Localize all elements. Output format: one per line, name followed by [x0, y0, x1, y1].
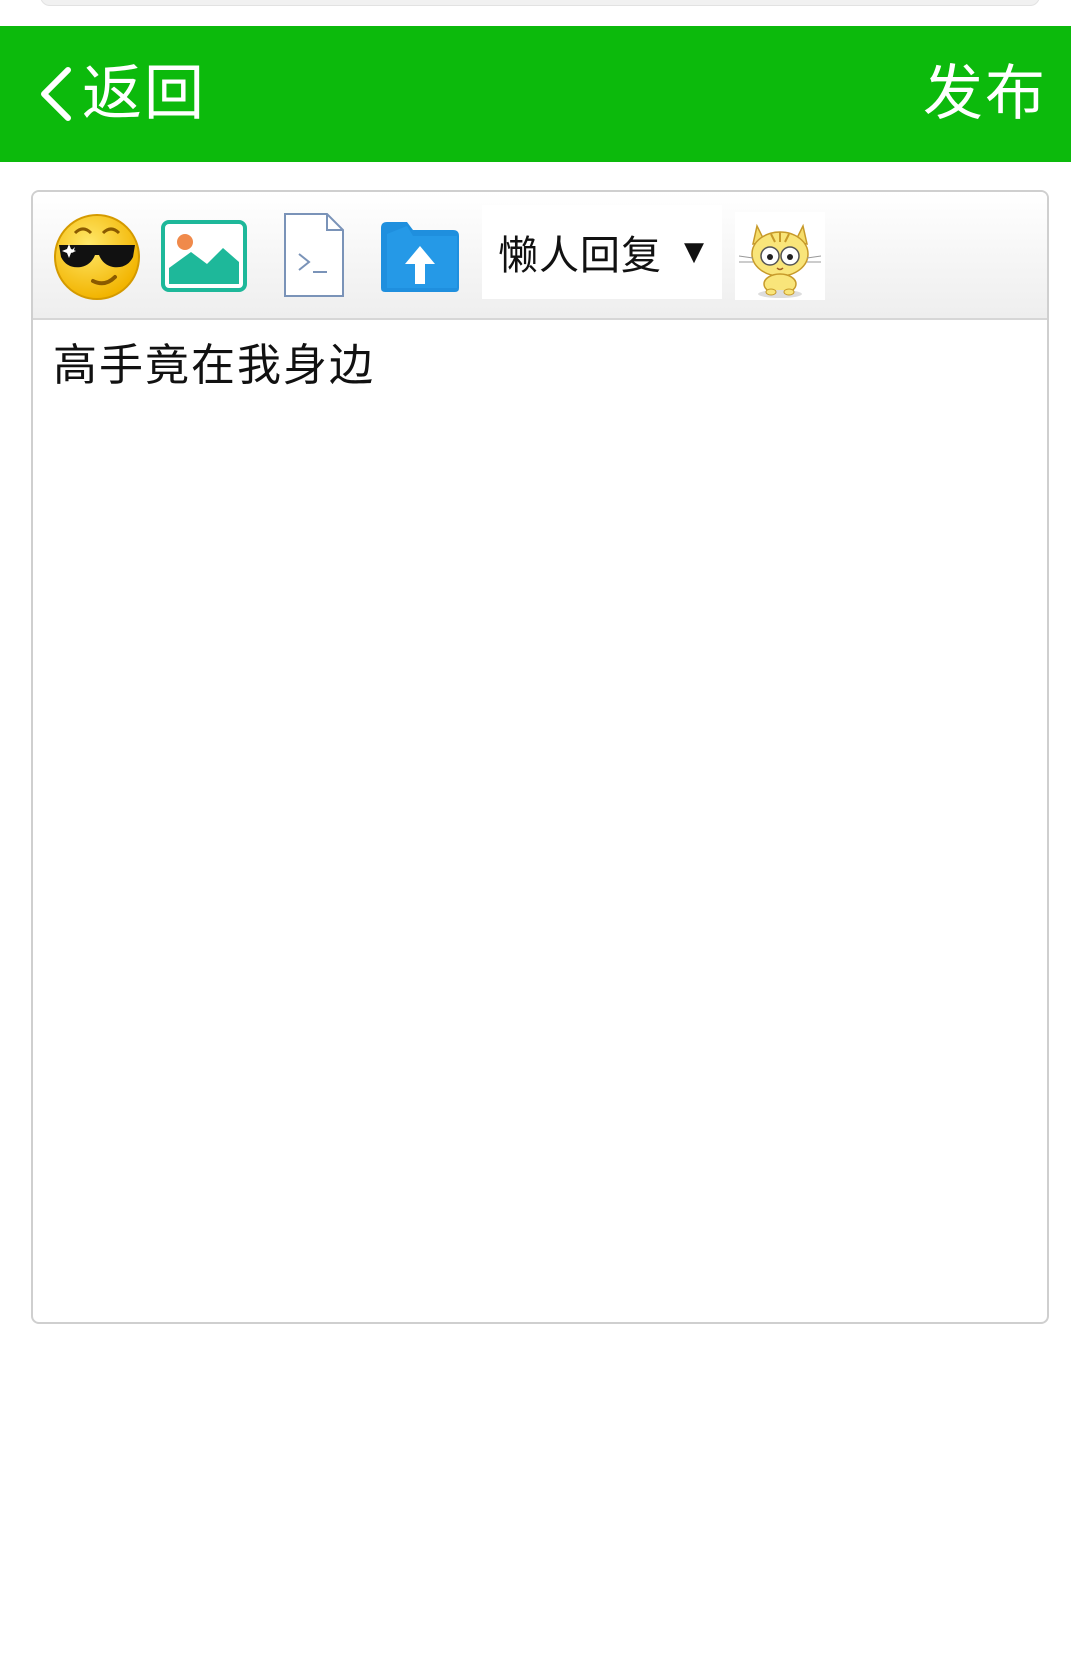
url-bar-edge	[40, 0, 1040, 6]
top-strip	[0, 0, 1071, 26]
upload-folder-icon[interactable]	[377, 218, 463, 294]
reply-editor: 懒人回复 ▼ 高手竟在我身边	[31, 190, 1049, 1324]
back-button[interactable]: 返回	[36, 26, 206, 162]
code-file-icon[interactable]	[281, 212, 347, 298]
reply-text[interactable]: 高手竟在我身边	[53, 340, 1027, 393]
back-label: 返回	[82, 59, 206, 129]
publish-button[interactable]: 发布	[923, 26, 1047, 162]
cat-sticker-icon[interactable]	[735, 212, 825, 300]
editor-toolbar: 懒人回复 ▼	[33, 192, 1047, 320]
emoji-cool-icon[interactable]	[53, 213, 141, 301]
lazy-reply-label: 懒人回复	[498, 233, 662, 279]
top-bar: 返回 发布	[0, 26, 1071, 162]
dropdown-arrow-icon: ▼	[684, 237, 704, 267]
image-icon[interactable]	[161, 220, 247, 292]
lazy-reply-dropdown[interactable]: 懒人回复 ▼	[482, 205, 722, 299]
chevron-left-icon	[41, 67, 71, 121]
